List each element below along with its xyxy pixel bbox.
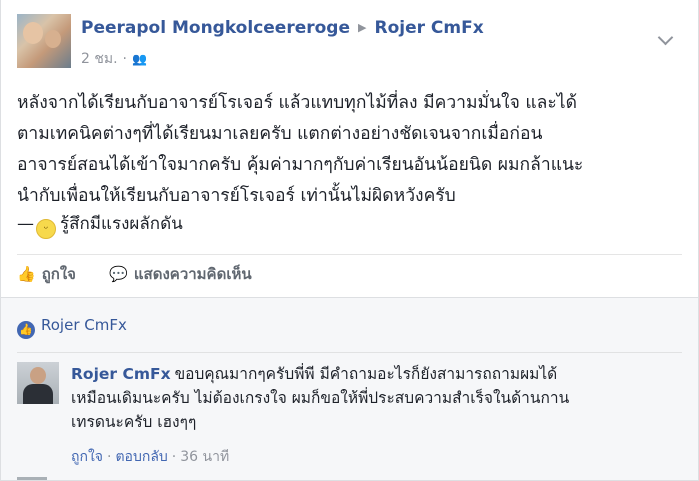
post-card: Peerapol Mongkolceereroge ▶ Rojer CmFx 2 ช… [0, 0, 699, 481]
author-name-link[interactable]: Peerapol Mongkolceereroge [81, 18, 350, 38]
likes-summary[interactable]: 👍 Rojer CmFx [17, 316, 127, 339]
thumbs-up-icon: 👍 [17, 265, 36, 283]
commenter-avatar[interactable] [17, 362, 59, 404]
like-badge-icon: 👍 [17, 321, 35, 339]
post-text-line: ตามเทคนิคต่างๆที่ได้เรียนมาเลยครับ แตกต่… [17, 124, 543, 144]
comment-text-line: เหมือนเดิมนะครับ ไม่ต้องเกรงใจ ผมก็ขอให้… [71, 389, 570, 407]
comment-label: แสดงความคิดเห็น [133, 265, 252, 283]
comment-bubble-icon: 💬 [109, 265, 128, 283]
meta-separator: · [122, 51, 127, 67]
post-meta: 2 ชม. · 👥 [81, 48, 147, 70]
post-timestamp[interactable]: 2 ชม. [81, 51, 118, 67]
post-names: Peerapol Mongkolceereroge ▶ Rojer CmFx [81, 18, 484, 38]
divider [17, 352, 682, 353]
like-button[interactable]: 👍 ถูกใจ [17, 262, 76, 286]
feeling-text[interactable]: รู้สึกมีแรงผลักดัน [60, 214, 183, 234]
author-avatar[interactable] [17, 14, 71, 68]
post-text-line: หลังจากได้เรียนกับอาจารย์โรเจอร์ แล้วแทบ… [17, 93, 577, 113]
comment-text-line: เทรดนะครับ เฮงๆๆ [71, 413, 197, 431]
post-header: Peerapol Mongkolceereroge ▶ Rojer CmFx 2 ช… [17, 14, 677, 70]
likes-names[interactable]: Rojer CmFx [41, 316, 127, 334]
feeling-row: — ᵕ รู้สึกมีแรงผลักดัน [17, 209, 183, 239]
post-text: หลังจากได้เรียนกับอาจารย์โรเจอร์ แล้วแทบ… [17, 88, 682, 212]
triangle-right-icon: ▶ [358, 21, 367, 34]
comment-body: Rojer CmFx ขอบคุณมากๆครับพี่พี มีคำถามอะไ… [71, 362, 569, 434]
comment-timestamp[interactable]: 36 นาที [180, 449, 229, 465]
meta-separator: · [171, 449, 177, 465]
chevron-down-icon[interactable] [657, 29, 674, 46]
comment-reply-link[interactable]: ตอบกลับ [115, 449, 167, 465]
post-text-line: อาจารย์สอนได้เข้าใจมากครับ คุ้มค่ามากๆกั… [17, 155, 584, 175]
friends-icon[interactable]: 👥 [132, 52, 147, 66]
comment-text-line: ขอบคุณมากๆครับพี่พี มีคำถามอะไรก็ยังสามา… [174, 365, 558, 383]
target-page-link[interactable]: Rojer CmFx [374, 18, 483, 38]
meta-separator: · [107, 449, 112, 465]
divider [17, 254, 682, 255]
comment-author-link[interactable]: Rojer CmFx [71, 365, 171, 383]
feeling-dash: — [17, 214, 34, 234]
smiley-icon: ᵕ [36, 219, 56, 239]
post-actions: 👍 ถูกใจ 💬 แสดงความคิดเห็น [17, 262, 280, 292]
comment-like-link[interactable]: ถูกใจ [71, 449, 103, 465]
comments-area: 👍 Rojer CmFx Rojer CmFx ขอบคุณมากๆครับพี่พ… [1, 297, 698, 480]
post-text-line: นำกับเพื่อนให้เรียนกับอาจารย์โรเจอร์ เท่… [17, 186, 456, 206]
comment-button[interactable]: 💬 แสดงความคิดเห็น [109, 262, 251, 286]
comment-meta: ถูกใจ · ตอบกลับ · 36 นาที [71, 446, 229, 468]
like-label: ถูกใจ [41, 265, 76, 283]
